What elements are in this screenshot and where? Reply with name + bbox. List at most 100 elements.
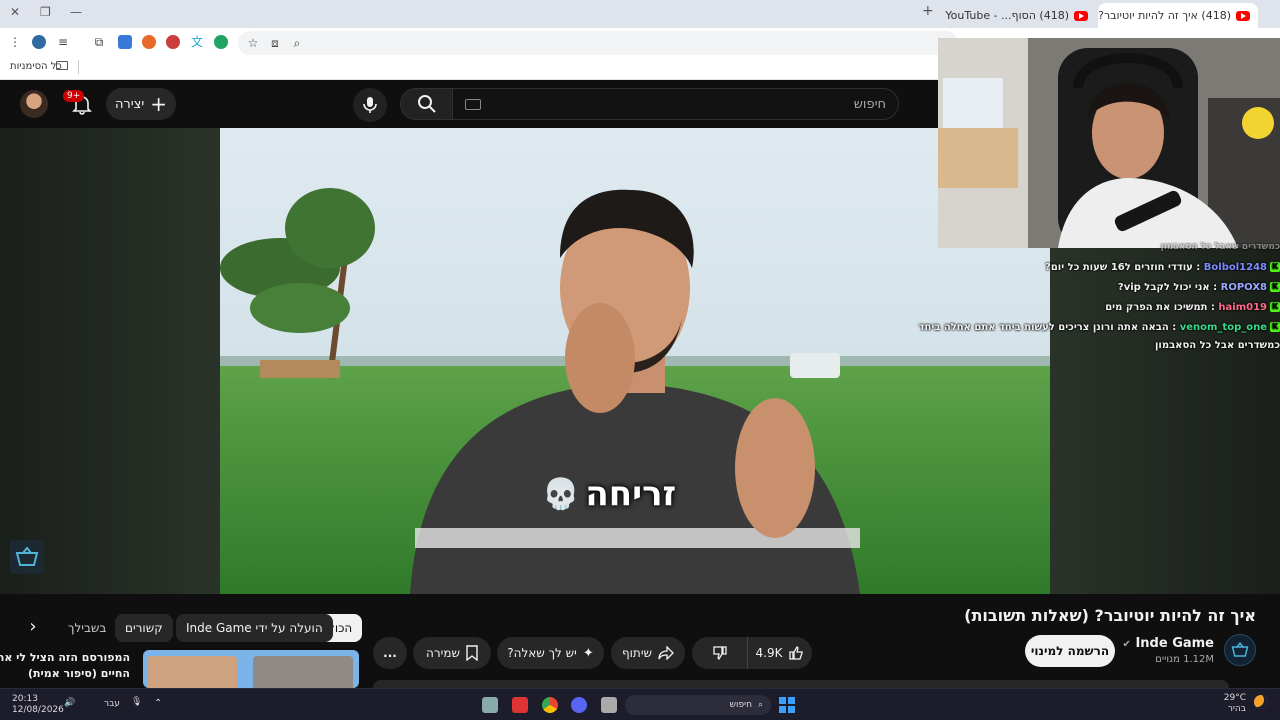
media-control-icon[interactable]: ≡ (56, 35, 70, 49)
taskbar-search-label: חיפוש (729, 700, 752, 710)
windows-logo-icon (779, 697, 786, 704)
video-info-section: איך זה להיות יוטיובר? (שאלות תשובות) Ind… (0, 594, 1280, 688)
extensions-icon[interactable]: ⧉ (92, 35, 106, 49)
search-placeholder: חיפוש (853, 96, 886, 112)
verified-icon: ✔ (1122, 639, 1131, 650)
minimize-window-icon[interactable]: — (70, 5, 82, 19)
like-button[interactable]: 4.9K (748, 637, 812, 669)
chat-username: Bolbol1248 (1203, 262, 1267, 273)
search-icon (417, 95, 436, 113)
recommendation-thumbnail[interactable] (143, 650, 359, 688)
chat-text: הבאה אתה ורונן צריכים לעשות ביחד אתם אחל… (918, 322, 1169, 333)
settings-icon[interactable] (482, 697, 498, 713)
chat-text: אני יכול לקבל vip? (1117, 282, 1210, 293)
chat-message: KROPOX8 : אני יכול לקבל vip? (1117, 282, 1280, 293)
chrome-icon[interactable] (542, 697, 558, 713)
subscriber-count: 1.12M מנויים (1155, 654, 1214, 665)
start-button[interactable] (779, 697, 795, 713)
video-player[interactable]: זריחה 💀 (220, 128, 1050, 594)
dislike-icon (712, 646, 727, 661)
extension-icon[interactable] (214, 35, 228, 49)
video-caption: זריחה 💀 (542, 474, 676, 514)
extension-icon[interactable] (142, 35, 156, 49)
chevron-up-icon[interactable]: ⌃ (154, 698, 162, 709)
kick-badge-icon: K (1270, 302, 1280, 312)
chip-related[interactable]: קשורים (115, 614, 173, 642)
chip-for-you[interactable]: בשבילך (58, 614, 116, 642)
dislike-button[interactable] (692, 637, 748, 669)
chat-username: ROPOX8 (1220, 282, 1267, 293)
more-actions-button[interactable]: ... (373, 637, 407, 669)
all-bookmarks-link[interactable]: כל הסימניות (10, 61, 62, 72)
keyboard-icon[interactable] (465, 98, 481, 110)
close-window-icon[interactable]: ✕ (10, 5, 20, 19)
chevron-right-icon[interactable]: › (22, 616, 44, 638)
kick-badge-icon: K (1270, 262, 1280, 272)
channel-name[interactable]: Inde Game (1135, 636, 1214, 651)
voice-search-button[interactable] (353, 88, 387, 122)
channel-avatar[interactable] (1224, 634, 1256, 666)
chat-message: Khaim019 : תמשיכו את הפרק מים (1105, 302, 1280, 313)
cast-icon[interactable]: ⧈ (268, 36, 282, 50)
plus-icon: + (150, 92, 168, 116)
weather-temp: 29°C (1223, 693, 1246, 703)
thumbnail-face (147, 656, 237, 688)
divider (78, 60, 79, 74)
microphone-icon (363, 97, 377, 113)
microphone-icon[interactable]: 🎙 (131, 697, 142, 707)
app-icon[interactable] (512, 697, 528, 713)
recommendation-title[interactable]: המפורסם הזה הציל לי את החיים (סיפור אמית… (0, 650, 130, 682)
chat-message: כמשדרים אבל כל הסאבמון (1155, 340, 1280, 351)
browser-tab-active[interactable]: (418) איך זה להיות יוטיובר? (שאלו... ✕ (1098, 3, 1258, 28)
translate-icon[interactable]: 文 (190, 35, 204, 49)
chat-message: KBolbol1248 : עודדי חוזרים ל16 שעות כל י… (1045, 262, 1280, 273)
stream-chat-overlay: כמשדרים שאבל כל הסאבמון KBolbol1248 : עו… (919, 242, 1280, 362)
chat-username: haim019 (1218, 302, 1267, 313)
extension-icon[interactable] (166, 35, 180, 49)
tab-title: (418) הסוף... - YouTube (945, 9, 1069, 22)
weather-widget[interactable]: 29°C בהיר (1224, 693, 1246, 715)
clock[interactable]: 20:13 12/08/2026 (12, 694, 64, 716)
share-label: שיתוף (621, 646, 653, 660)
share-button[interactable]: שיתוף (611, 637, 685, 669)
address-bar[interactable]: ☆ ⧈ ⌕ (238, 31, 958, 55)
create-label: יצירה (114, 96, 145, 112)
bookmark-star-icon[interactable]: ☆ (246, 36, 260, 50)
tab-title: (418) איך זה להיות יוטיובר? (שאלו... (1098, 9, 1231, 22)
save-button[interactable]: שמירה (413, 637, 491, 669)
zoom-icon[interactable]: ⌕ (290, 36, 304, 50)
menu-icon[interactable]: ⋮ (8, 35, 22, 49)
restore-window-icon[interactable]: ❐ (40, 5, 51, 19)
search-icon: ⌕ (757, 700, 763, 710)
sparkle-icon: ✦ (582, 645, 594, 661)
search-input[interactable]: חיפוש (452, 88, 899, 120)
input-language[interactable]: עבר (104, 699, 120, 709)
description-box[interactable] (373, 680, 1229, 688)
new-tab-button[interactable]: + (922, 3, 934, 19)
browser-tab-strip: ✕ ❐ — (418) איך זה להיות יוטיובר? (שאלו.… (0, 0, 1280, 28)
video-frame (220, 128, 1050, 594)
clock-time: 20:13 (12, 694, 38, 704)
account-avatar[interactable] (20, 90, 48, 118)
extension-icon[interactable] (118, 35, 132, 49)
profile-icon[interactable] (32, 35, 46, 49)
channel-watermark[interactable] (10, 540, 44, 574)
speaker-icon[interactable]: 🔊 (64, 698, 75, 708)
youtube-favicon-icon (1236, 10, 1250, 21)
like-count: 4.9K (755, 646, 783, 660)
browser-tab[interactable]: (418) הסוף... - YouTube ✕ (940, 3, 1096, 28)
subscribe-button[interactable]: הרשמה למינוי (1025, 635, 1115, 667)
search-button[interactable] (400, 88, 453, 120)
chip-uploaded-by[interactable]: הועלה על ידי Inde Game (176, 614, 333, 642)
weather-moon-icon[interactable] (1254, 695, 1268, 709)
create-button[interactable]: + יצירה (106, 88, 176, 120)
notification-count-badge: 9+ (63, 90, 85, 102)
task-view-icon[interactable] (601, 697, 617, 713)
ask-question-button[interactable]: ✦ יש לך שאלה? (497, 637, 604, 669)
save-bookmark-icon (466, 645, 478, 661)
taskbar-search[interactable]: חיפוש ⌕ (625, 695, 771, 715)
discord-icon[interactable] (571, 697, 587, 713)
video-title: איך זה להיות יוטיובר? (שאלות תשובות) (964, 606, 1256, 625)
recommendation-title-line: המפורסם הזה הציל לי את (0, 651, 130, 664)
kick-badge-icon: K (1270, 282, 1280, 292)
